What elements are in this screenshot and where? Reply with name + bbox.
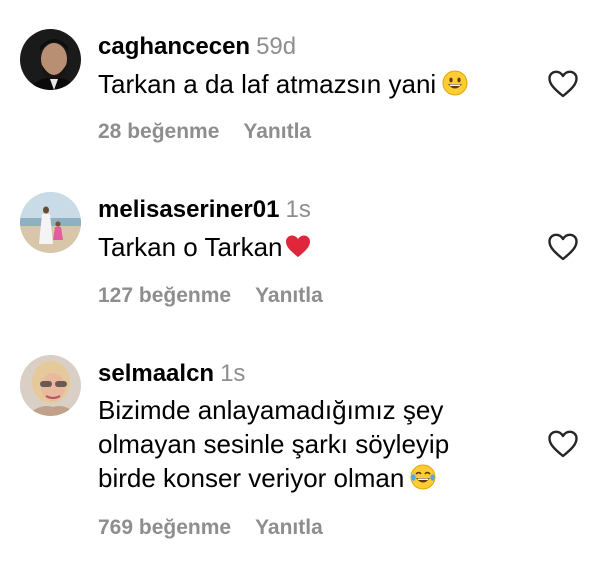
timestamp: 1s: [285, 196, 311, 223]
face-with-tears-of-joy-icon: [410, 464, 436, 498]
comment-header: melisaseriner01 1s: [98, 196, 311, 224]
username[interactable]: selmaalcn: [98, 360, 214, 387]
reply-button[interactable]: Yanıtla: [243, 120, 311, 143]
comment-text-content: Tarkan a da laf atmazsın yani: [98, 69, 437, 99]
avatar[interactable]: [20, 355, 81, 416]
comment-text-line: birde konser veriyor olman: [98, 463, 405, 493]
comment-actions: 769 beğenme Yanıtla: [98, 515, 323, 541]
like-button[interactable]: [546, 67, 580, 101]
timestamp: 1s: [220, 360, 246, 387]
grinning-face-icon: [442, 70, 468, 104]
username[interactable]: melisaseriner01: [98, 196, 279, 223]
comment-header: selmaalcn 1s: [98, 360, 245, 388]
like-button[interactable]: [546, 427, 580, 461]
reply-button[interactable]: Yanıtla: [255, 284, 323, 307]
like-button[interactable]: [546, 230, 580, 264]
comment-text-line: Bizimde anlayamadığımız şey: [98, 395, 444, 425]
username[interactable]: caghancecen: [98, 33, 250, 60]
comment-actions: 127 beğenme Yanıtla: [98, 283, 323, 309]
avatar[interactable]: [20, 29, 81, 90]
reply-button[interactable]: Yanıtla: [255, 516, 323, 539]
likes-count[interactable]: 769 beğenme: [98, 516, 231, 539]
comment-text: Tarkan o Tarkan: [98, 230, 518, 266]
comment-text: Tarkan a da laf atmazsın yani: [98, 67, 518, 104]
comment-text-line: olmayan sesinle şarkı söyleyip: [98, 429, 450, 459]
comment-header: caghancecen 59d: [98, 33, 296, 61]
timestamp: 59d: [256, 33, 297, 60]
heart-outline-icon: [548, 70, 578, 98]
comment-text: Bizimde anlayamadığımız şey olmayan sesi…: [98, 393, 518, 498]
likes-count[interactable]: 28 beğenme: [98, 120, 219, 143]
red-heart-icon: [285, 232, 311, 266]
likes-count[interactable]: 127 beğenme: [98, 284, 231, 307]
avatar[interactable]: [20, 192, 81, 253]
heart-outline-icon: [548, 233, 578, 261]
comment-text-line-last: birde konser veriyor olman: [98, 461, 518, 498]
comment-actions: 28 beğenme Yanıtla: [98, 119, 311, 145]
heart-outline-icon: [548, 430, 578, 458]
comment-text-content: Tarkan o Tarkan: [98, 232, 283, 262]
